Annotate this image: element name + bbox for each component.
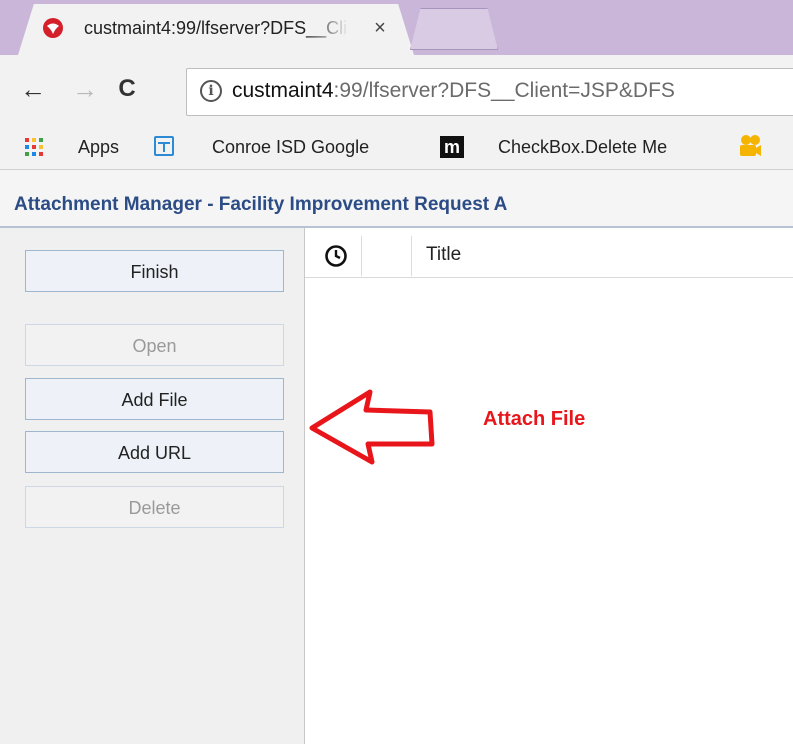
attach-file-annotation: Attach File bbox=[483, 408, 586, 430]
url-rest: :99/lfserver?DFS__Client=JSP&DFS bbox=[333, 79, 675, 102]
reload-icon[interactable]: C bbox=[112, 74, 142, 104]
delete-button[interactable]: Delete bbox=[25, 486, 284, 528]
document-icon bbox=[154, 136, 174, 156]
clock-icon[interactable] bbox=[324, 244, 348, 268]
camera-icon[interactable] bbox=[738, 134, 762, 160]
laserfiche-favicon-icon bbox=[43, 18, 63, 38]
finish-button[interactable]: Finish bbox=[25, 250, 284, 292]
address-url[interactable]: custmaint4:99/lfserver?DFS__Client=JSP&D… bbox=[232, 76, 793, 106]
tab-title[interactable]: custmaint4:99/lfserver?DFS__Client=JSP&D… bbox=[84, 15, 349, 41]
column-divider[interactable] bbox=[361, 236, 362, 276]
add-url-button[interactable]: Add URL bbox=[25, 431, 284, 473]
m-logo-icon: m bbox=[440, 136, 464, 158]
bookmark-apps[interactable]: Apps bbox=[78, 133, 119, 161]
open-button[interactable]: Open bbox=[25, 324, 284, 366]
apps-grid-icon[interactable] bbox=[24, 137, 44, 157]
forward-arrow-icon[interactable]: → bbox=[70, 74, 100, 104]
page-title: Attachment Manager - Facility Improvemen… bbox=[14, 194, 508, 215]
bookmark-checkbox-delete-me[interactable]: CheckBox.Delete Me bbox=[498, 133, 720, 161]
bookmark-conroe-isd-google[interactable]: Conroe ISD Google bbox=[212, 133, 369, 161]
url-host: custmaint4 bbox=[232, 79, 334, 102]
add-file-button[interactable]: Add File bbox=[25, 378, 284, 420]
tab-close-icon[interactable]: × bbox=[368, 15, 392, 41]
back-arrow-icon[interactable]: ← bbox=[18, 74, 48, 104]
column-divider[interactable] bbox=[411, 236, 412, 276]
left-arrow-annotation-icon bbox=[309, 389, 435, 465]
new-tab-button[interactable] bbox=[410, 8, 498, 50]
info-icon[interactable]: i bbox=[200, 80, 222, 102]
column-header-title[interactable]: Title bbox=[426, 240, 626, 270]
